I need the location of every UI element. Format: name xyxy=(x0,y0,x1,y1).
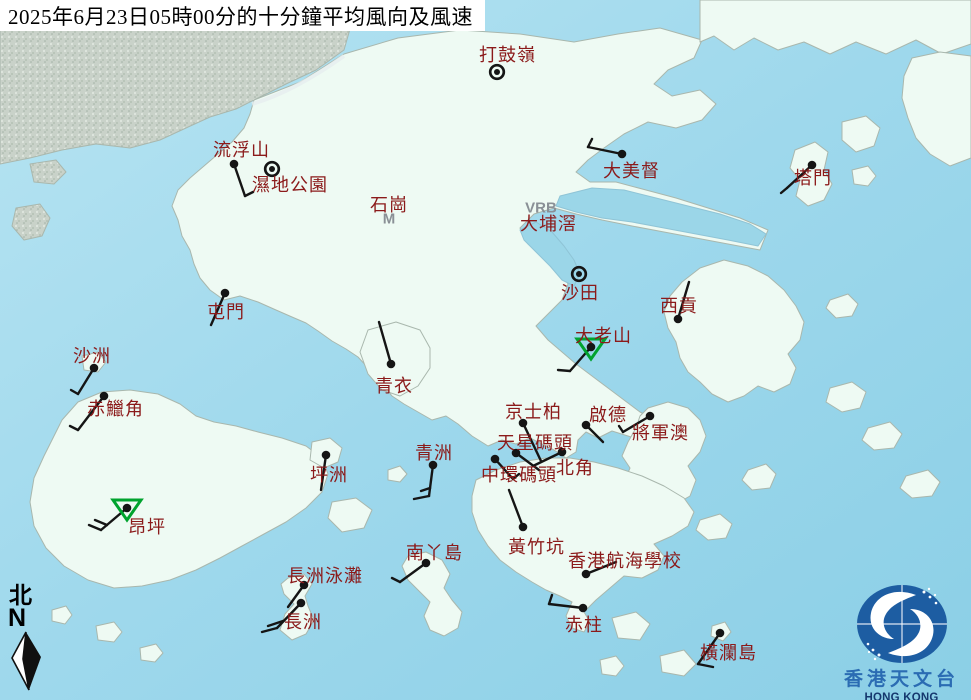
station-dot-ngong-ping xyxy=(123,504,132,513)
title-bar: 2025年6月23日05時00分的十分鐘平均風向及風速 xyxy=(0,0,485,31)
station-dot-peng-chau xyxy=(322,451,331,460)
station-dot-tai-mei-tuk xyxy=(618,150,627,159)
station-dot-chek-lap-kok xyxy=(100,392,109,401)
station-dot-wetland-park xyxy=(269,166,275,172)
compass-needle-icon xyxy=(6,631,44,693)
compass-letter-label: N xyxy=(6,607,44,631)
station-dot-sha-tin xyxy=(576,271,582,277)
station-dot-hk-sea-school xyxy=(582,570,591,579)
station-dot-central-pier xyxy=(491,455,500,464)
station-dot-cheung-chau-beach xyxy=(300,581,309,590)
gray-code-marker-shek-kong: M xyxy=(383,211,396,228)
station-dot-tsing-yi xyxy=(387,360,396,369)
station-dot-tuen-mun xyxy=(221,289,230,298)
station-dot-lau-fau-shan xyxy=(230,160,239,169)
station-dot-star-ferry xyxy=(512,449,521,458)
station-dot-sha-chau xyxy=(90,364,99,373)
island-tap-mun xyxy=(790,142,832,206)
gray-code-marker-tai-po-kau: VRB xyxy=(525,200,557,217)
station-dot-cheung-chau xyxy=(297,599,306,608)
wind-map-page: MVRB 打鼓嶺流浮山濕地公園石崗大埔滘大美督塔門沙田屯門沙洲赤鱲角西貢大老山青… xyxy=(0,0,971,700)
station-dot-tates-cairn xyxy=(587,343,596,352)
landmass-mirs-bay-north xyxy=(700,0,971,54)
station-dot-north-point xyxy=(558,448,567,457)
wind-barb-feather-tates-cairn-0 xyxy=(558,370,570,371)
station-dot-lamma-island xyxy=(422,559,431,568)
station-dot-kings-park xyxy=(519,419,528,428)
station-dot-ta-kwu-ling xyxy=(494,69,500,75)
hko-logo-english: HONG KONG OBSERVATORY xyxy=(832,691,971,700)
station-dot-tseung-kwan-o xyxy=(646,412,655,421)
hko-emblem-icon xyxy=(832,582,971,664)
station-dot-wong-chuk-hang xyxy=(519,523,528,532)
hko-logo-chinese: 香港天文台 xyxy=(832,669,971,691)
map-title: 2025年6月23日05時00分的十分鐘平均風向及風速 xyxy=(8,1,473,31)
station-dot-tap-mun xyxy=(808,161,817,170)
station-dot-sai-kung xyxy=(674,315,683,324)
station-dot-waglan-island xyxy=(716,629,725,638)
station-dot-green-island xyxy=(429,461,438,470)
station-dot-kai-tak xyxy=(582,421,591,430)
hko-logo: 香港天文台 HONG KONG OBSERVATORY xyxy=(832,582,971,700)
north-compass: 北 N xyxy=(6,584,44,698)
map-canvas: M VRB xyxy=(0,0,971,700)
station-dot-stanley xyxy=(579,604,588,613)
